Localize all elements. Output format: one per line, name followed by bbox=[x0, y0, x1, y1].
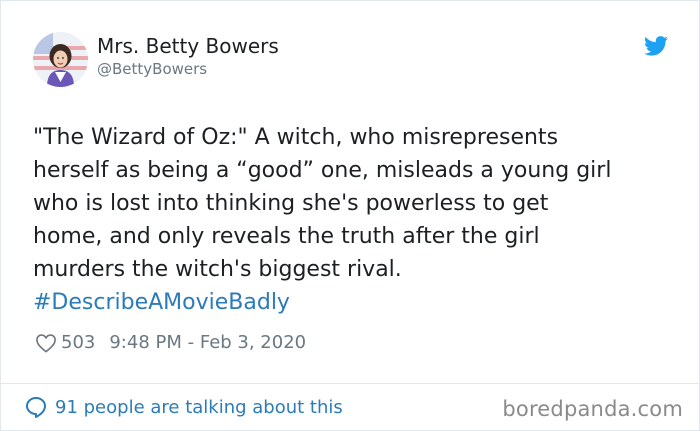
tweet-text-line: home, and only reveals the truth after t… bbox=[33, 224, 540, 249]
tweet-text-line: herself as being a “good” one, misleads … bbox=[33, 158, 612, 183]
hashtag-link[interactable]: #DescribeAMovieBadly bbox=[33, 286, 673, 319]
tweet-meta: 503 9:48 PM - Feb 3, 2020 bbox=[35, 332, 306, 353]
twitter-bird-icon[interactable] bbox=[644, 36, 668, 56]
avatar[interactable] bbox=[33, 32, 88, 87]
tweet-text-line: who is lost into thinking she's powerles… bbox=[33, 191, 549, 216]
heart-icon[interactable] bbox=[35, 333, 57, 353]
author-name[interactable]: Mrs. Betty Bowers bbox=[97, 34, 279, 58]
tweet-card: Mrs. Betty Bowers @BettyBowers "The Wiza… bbox=[0, 0, 700, 431]
conversation-link[interactable]: 91 people are talking about this bbox=[25, 396, 343, 418]
divider bbox=[1, 383, 699, 384]
watermark: boredpanda.com bbox=[502, 397, 683, 421]
tweet-timestamp[interactable]: 9:48 PM - Feb 3, 2020 bbox=[109, 332, 306, 353]
speech-bubble-icon bbox=[25, 396, 47, 418]
author-handle[interactable]: @BettyBowers bbox=[97, 60, 207, 78]
conversation-text[interactable]: 91 people are talking about this bbox=[55, 397, 343, 418]
tweet-text: "The Wizard of Oz:" A witch, who misrepr… bbox=[33, 121, 673, 319]
tweet-text-line: murders the witch's biggest rival. bbox=[33, 257, 402, 282]
tweet-text-line: "The Wizard of Oz:" A witch, who misrepr… bbox=[33, 125, 559, 150]
like-count[interactable]: 503 bbox=[61, 332, 95, 353]
